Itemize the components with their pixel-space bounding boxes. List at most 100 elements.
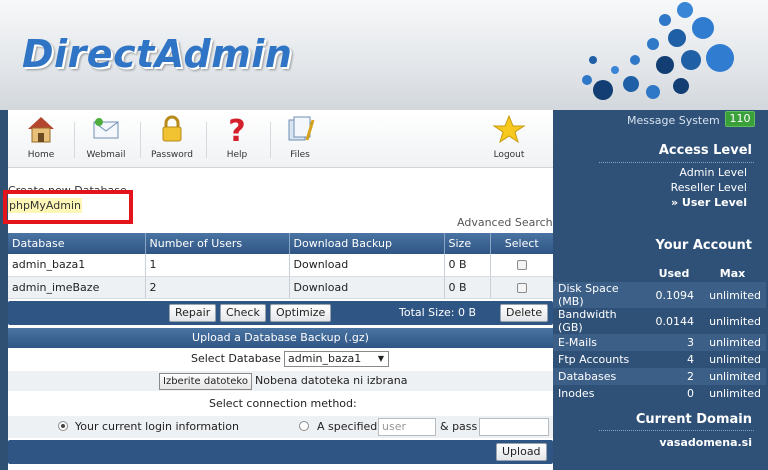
max-header: Max [719, 266, 746, 280]
upload-bar: Upload [8, 440, 553, 464]
database-select[interactable]: admin_baza1 ▼ [284, 351, 389, 367]
download-link[interactable]: Download [289, 254, 445, 277]
your-account-title: Your Account [655, 238, 752, 253]
account-label-header [553, 264, 649, 282]
db-users[interactable]: 2 [145, 276, 290, 299]
advanced-search-link[interactable]: Advanced Search [457, 216, 553, 229]
account-used: 0.0144 [655, 314, 695, 328]
toolbar: Home Webmail Password ? Help Files Logou… [8, 110, 553, 168]
pass-label: & pass [440, 420, 478, 433]
divider [599, 430, 754, 431]
account-label: Inodes [558, 387, 595, 400]
db-name: admin_baza1 [8, 254, 146, 277]
divider [599, 162, 754, 163]
file-row: Izberite datoteko Nobena datoteka ni izb… [8, 371, 553, 391]
table-header-row: Database Number of Users Download Backup… [8, 233, 553, 254]
table-row: admin_imeBaze 2 Download 0 B [8, 276, 553, 299]
files-icon [288, 116, 315, 141]
account-row: Inodes 0 unlimited [553, 385, 766, 402]
account-usage-table: Used Max Disk Space (MB) 0.1094 unlimite… [553, 264, 766, 402]
toolbar-help[interactable]: ? Help [206, 114, 268, 166]
column-header-download: Download Backup [289, 233, 445, 254]
user-input[interactable]: user [378, 418, 436, 436]
upload-section-title: Upload a Database Backup (.gz) [8, 328, 553, 348]
account-header-row: Used Max [553, 264, 766, 282]
radio-current-login[interactable] [58, 421, 68, 431]
radio-specified-login[interactable] [299, 421, 309, 431]
radio-specified-login-label: A specified [317, 420, 378, 433]
account-row: Ftp Accounts 4 unlimited [553, 351, 766, 368]
account-used: 4 [687, 353, 694, 366]
used-header: Used [658, 266, 690, 280]
toolbar-password[interactable]: Password [141, 114, 203, 166]
star-icon [492, 114, 526, 144]
file-status: Nobena datoteka ni izbrana [255, 374, 408, 387]
toolbar-label: Home [27, 150, 55, 160]
db-name: admin_imeBaze [8, 276, 146, 299]
directadmin-logo[interactable]: DirectAdmin [22, 32, 292, 76]
select-cell [490, 254, 553, 277]
account-used: 3 [649, 334, 699, 351]
sidebar: Message System 110 Access Level Admin Le… [553, 110, 768, 470]
optimize-button[interactable]: Optimize [270, 304, 332, 322]
database-select-value: admin_baza1 [288, 352, 362, 365]
select-database-label: Select Database [191, 352, 281, 365]
account-label: Ftp Accounts [558, 353, 630, 366]
svg-text:?: ? [228, 114, 245, 144]
toolbar-logout[interactable]: Logout [478, 114, 540, 166]
column-header-select: Select [490, 233, 553, 254]
download-link[interactable]: Download [289, 276, 445, 299]
help-icon: ? [228, 114, 245, 144]
check-button[interactable]: Check [220, 304, 266, 322]
current-domain-value: vasadomena.si [659, 436, 752, 449]
delete-button[interactable]: Delete [500, 304, 549, 322]
table-actions-bar: Repair Check Optimize Total Size: 0 B De… [8, 301, 553, 325]
highlight-box [3, 190, 133, 224]
db-users[interactable]: 1 [145, 254, 290, 277]
logo-dots-decoration [582, 2, 734, 100]
account-used: 0 [687, 387, 694, 400]
column-header-size[interactable]: Size [444, 233, 491, 254]
radio-current-login-label: Your current login information [75, 420, 239, 433]
select-checkbox[interactable] [516, 282, 527, 293]
message-system-link[interactable]: Message System [627, 114, 720, 127]
lock-icon [162, 115, 182, 142]
message-count-badge[interactable]: 110 [725, 111, 755, 127]
account-row: E-Mails 3 unlimited [553, 334, 766, 351]
select-checkbox[interactable] [516, 260, 527, 271]
home-icon [28, 117, 54, 143]
account-max: unlimited [699, 368, 766, 385]
total-size: Total Size: 0 B [399, 306, 477, 319]
user-level-link[interactable]: » User Level [671, 196, 747, 209]
account-row: Bandwidth (GB) 0.0144 unlimited [553, 308, 766, 334]
choose-file-button[interactable]: Izberite datoteko [159, 373, 252, 390]
toolbar-label: Files [290, 150, 310, 160]
database-table: Database Number of Users Download Backup… [8, 233, 553, 299]
connection-method-row: Select connection method: [8, 394, 553, 414]
pass-input[interactable] [479, 418, 549, 436]
access-level-title: Access Level [658, 143, 752, 158]
toolbar-label: Webmail [86, 150, 126, 160]
account-label: Disk Space (MB) [553, 282, 649, 308]
toolbar-label: Password [150, 150, 194, 160]
header: DirectAdmin [0, 0, 768, 110]
toolbar-webmail[interactable]: Webmail [75, 114, 137, 166]
account-used: 0.1094 [649, 282, 699, 308]
admin-level-link[interactable]: Admin Level [679, 166, 747, 179]
toolbar-files[interactable]: Files [269, 114, 331, 166]
select-database-row: Select Database admin_baza1 ▼ [8, 349, 553, 369]
table-row: admin_baza1 1 Download 0 B [8, 254, 553, 277]
toolbar-label: Help [226, 150, 248, 160]
account-max: unlimited [699, 334, 766, 351]
column-header-database[interactable]: Database [8, 233, 146, 254]
column-header-users[interactable]: Number of Users [145, 233, 290, 254]
upload-button[interactable]: Upload [496, 443, 547, 461]
chevron-down-icon: ▼ [377, 354, 384, 363]
select-cell [490, 276, 553, 299]
toolbar-home[interactable]: Home [10, 114, 72, 166]
account-label: Databases [553, 368, 649, 385]
reseller-level-link[interactable]: Reseller Level [671, 181, 747, 194]
account-row: Disk Space (MB) 0.1094 unlimited [553, 282, 766, 308]
repair-button[interactable]: Repair [169, 304, 217, 322]
connection-method-label: Select connection method: [209, 397, 357, 410]
